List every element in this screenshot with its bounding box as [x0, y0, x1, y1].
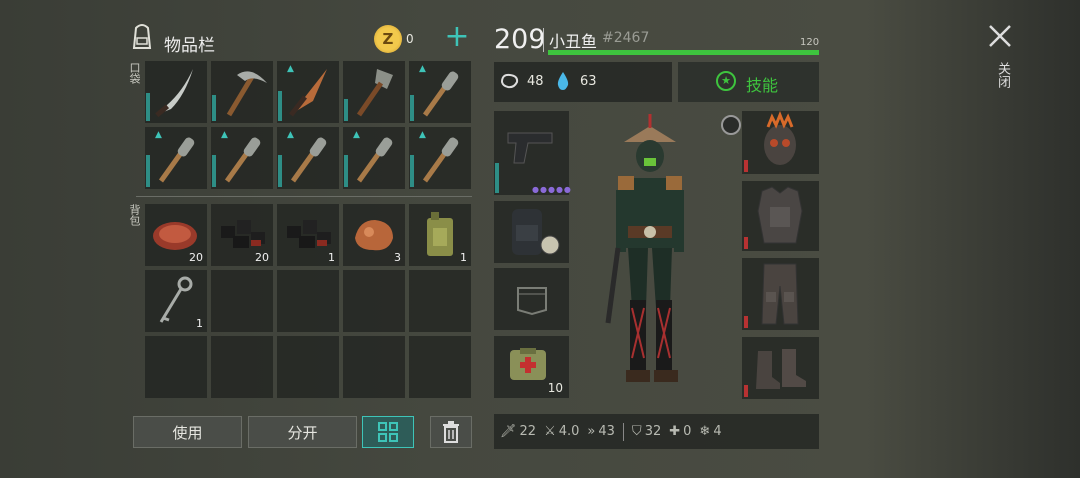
attack-speed-value: 4.0: [558, 424, 580, 439]
pocket-label: 口袋: [128, 62, 141, 84]
use-button[interactable]: 使用: [133, 416, 242, 448]
coin-count: 0: [406, 32, 414, 46]
armor-vest-icon: [757, 186, 803, 244]
hunger-value: 48: [527, 74, 544, 89]
boots-icon: [756, 349, 806, 389]
bleed-protection-value: 0: [683, 424, 692, 439]
player-name: 小丑鱼: [549, 32, 598, 51]
clan-badge-icon[interactable]: [721, 115, 741, 135]
delete-button[interactable]: [430, 416, 472, 448]
rarity-dots: ●●●●●: [532, 185, 572, 194]
armor-shield-icon: ⛉: [631, 424, 642, 439]
machete-icon: [155, 69, 193, 118]
health-bar-track: [548, 50, 819, 55]
attack-speed-icon: ⚔: [544, 424, 556, 439]
pocket-slot[interactable]: ▲: [277, 127, 339, 189]
cold-protection-value: 4: [713, 424, 722, 439]
backpack-slot[interactable]: 3: [343, 204, 405, 266]
backpack-slot[interactable]: 20: [211, 204, 273, 266]
backpack-icon: [127, 22, 157, 52]
feet-slot[interactable]: [742, 337, 819, 399]
backpack-equip-slot[interactable]: [494, 201, 569, 263]
split-button[interactable]: 分开: [248, 416, 357, 448]
armor-value: 32: [644, 424, 662, 439]
backpack-slot[interactable]: 1: [145, 270, 207, 332]
stats-bar: 🗡 22 ⚔ 4.0 » 43 ⛉ 32 ✚ 0 ❄ 4: [494, 414, 819, 449]
backpack-slot[interactable]: 1: [409, 204, 471, 266]
stats-divider: [622, 422, 624, 441]
section-divider: [136, 196, 472, 197]
close-icon: [989, 25, 1011, 47]
pocket-equip-slot[interactable]: [494, 268, 569, 330]
backpack-slot-empty[interactable]: [277, 270, 339, 332]
trash-icon: [443, 421, 459, 443]
armor-pants-icon: [761, 263, 799, 325]
backpack-slot[interactable]: 1: [277, 204, 339, 266]
backpack-slot-empty[interactable]: [343, 336, 405, 398]
weapon-slot[interactable]: ●●●●●: [494, 111, 572, 195]
legs-slot[interactable]: [742, 258, 819, 330]
backpack-slot-empty[interactable]: [409, 270, 471, 332]
head-slot[interactable]: [742, 110, 819, 174]
character-model: [590, 108, 710, 393]
speed-value: 43: [598, 424, 615, 439]
shovel-icon: [356, 69, 393, 117]
mask-icon: [764, 110, 796, 165]
hunger-icon: [500, 72, 520, 94]
snowflake-icon: ❄: [699, 424, 711, 439]
pocket-placeholder-icon: [517, 287, 547, 316]
pocket-slot[interactable]: ▲: [211, 127, 273, 189]
pickaxe-icon: [226, 71, 267, 117]
player-id: #2467: [602, 30, 650, 46]
pocket-slot[interactable]: [145, 61, 207, 123]
run-speed-icon: »: [587, 424, 596, 439]
pocket-slot[interactable]: [211, 61, 273, 123]
tactical-backpack-icon: [512, 209, 560, 255]
damage-value: 22: [519, 424, 537, 439]
player-level: 209: [494, 24, 546, 55]
backpack-label: 背包: [128, 204, 141, 226]
backpack-slot-empty[interactable]: [409, 336, 471, 398]
skills-label: 技能: [746, 76, 779, 95]
pocket-slot[interactable]: ▲: [343, 127, 405, 189]
backpack-slot-empty[interactable]: [211, 270, 273, 332]
inventory-title: 物品栏: [164, 36, 215, 56]
skills-button[interactable]: ★ 技能: [678, 62, 819, 102]
backpack-slot-empty[interactable]: [343, 270, 405, 332]
thirst-value: 63: [580, 74, 597, 89]
star-icon: ★: [716, 71, 736, 91]
medkit-slot[interactable]: 10: [494, 336, 569, 398]
health-value: 120: [800, 37, 820, 48]
damage-icon: 🗡: [500, 424, 517, 439]
backpack-slot-empty[interactable]: [211, 336, 273, 398]
pistol-icon: [507, 132, 553, 164]
pocket-slot[interactable]: ▲: [409, 61, 471, 123]
pocket-slot[interactable]: [343, 61, 405, 123]
health-bar-fill: [548, 50, 819, 55]
backpack-slot-empty[interactable]: [145, 336, 207, 398]
bleed-shield-icon: ✚: [669, 424, 681, 439]
close-button[interactable]: 关闭: [984, 20, 1016, 100]
backpack-slot-empty[interactable]: [277, 336, 339, 398]
body-slot[interactable]: [742, 181, 819, 251]
level-divider: [543, 28, 544, 52]
add-coins-button[interactable]: +: [444, 22, 470, 52]
grid-icon: [378, 422, 398, 442]
close-label: 关闭: [995, 62, 1010, 88]
pocket-slot[interactable]: ▲: [145, 127, 207, 189]
backpack-slot[interactable]: 20: [145, 204, 207, 266]
water-drop-icon: [556, 71, 570, 95]
pocket-slot[interactable]: ▲: [277, 61, 339, 123]
sort-grid-button[interactable]: [362, 416, 414, 448]
pocket-slot[interactable]: ▲: [409, 127, 471, 189]
coin-icon: Z: [374, 25, 402, 53]
